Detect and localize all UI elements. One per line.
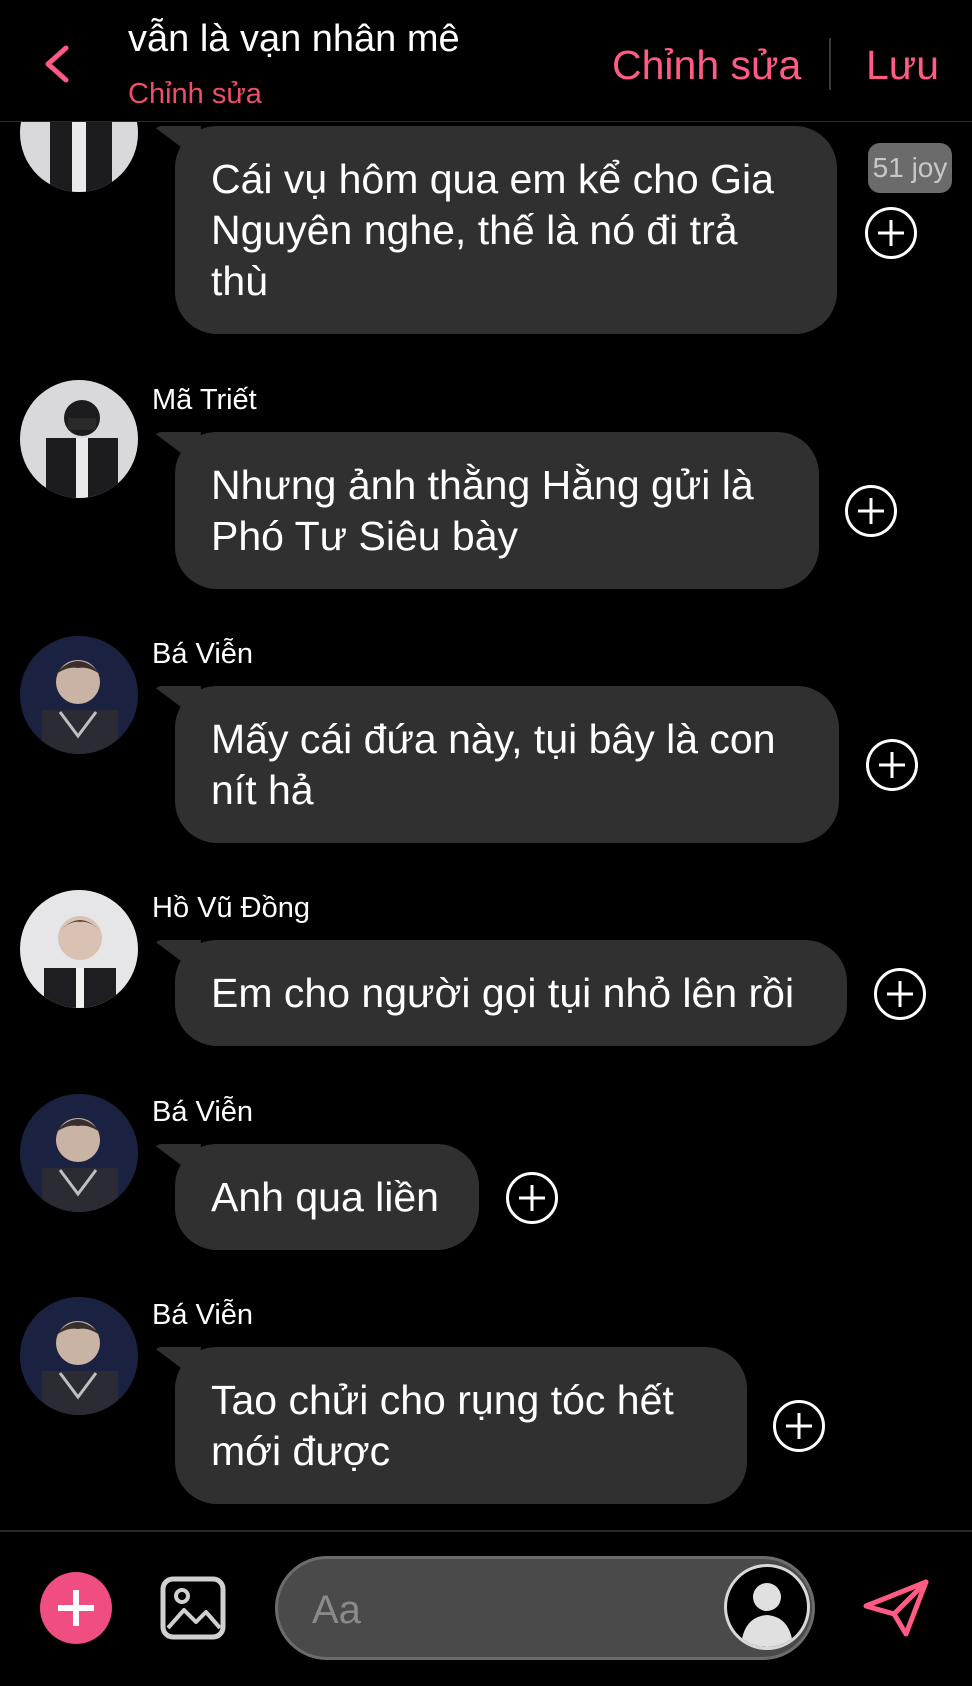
chevron-left-icon[interactable] — [38, 42, 78, 86]
message-bubble[interactable]: Mấy cái đứa này, tụi bây là con nít hả — [175, 686, 839, 843]
message-bubble[interactable]: Nhưng ảnh thằng Hằng gửi là Phó Tư Siêu … — [175, 432, 819, 589]
message-text-line: Anh qua liền — [211, 1174, 439, 1220]
plus-circle-icon[interactable] — [506, 1172, 558, 1224]
message-text-line: Nguyên nghe, thế là nó đi trả — [211, 207, 738, 253]
sender-name: Bá Viễn — [152, 638, 254, 670]
image-icon[interactable] — [160, 1576, 226, 1640]
plus-circle-icon[interactable] — [874, 968, 926, 1020]
sender-name: Bá Viễn — [152, 1299, 254, 1331]
chat-header: vẫn là vạn nhân mê Chỉnh sửa Chỉnh sửa L… — [0, 0, 972, 122]
edit-button[interactable]: Chỉnh sửa — [612, 42, 801, 89]
avatar-icon[interactable] — [724, 1564, 810, 1650]
avatar[interactable] — [20, 1297, 138, 1415]
plus-circle-icon[interactable] — [845, 485, 897, 537]
message-bubble[interactable]: Anh qua liền — [175, 1144, 479, 1250]
send-icon[interactable] — [860, 1576, 932, 1640]
reaction-badge[interactable]: 51 joy — [868, 143, 952, 193]
message-text-line: nít hả — [211, 767, 314, 813]
avatar[interactable] — [20, 636, 138, 754]
message-text-line: Tao chửi cho rụng tóc hết — [211, 1377, 674, 1423]
sender-name: Hồ Vũ Đồng — [152, 892, 310, 924]
message-text-line: thù — [211, 258, 268, 304]
avatar[interactable] — [20, 1094, 138, 1212]
sender-name: Mã Triết — [152, 384, 257, 416]
message-text-line: mới được — [211, 1428, 391, 1474]
message-text-line: Phó Tư Siêu bày — [211, 513, 519, 559]
header-divider — [829, 38, 831, 90]
composer-divider — [0, 1530, 972, 1532]
message-bubble[interactable]: Cái vụ hôm qua em kể cho Gia Nguyên nghe… — [175, 126, 837, 334]
message-text-line: Cái vụ hôm qua em kể cho Gia — [211, 156, 774, 202]
plus-circle-icon[interactable] — [773, 1400, 825, 1452]
chat-title: vẫn là vạn nhân mê — [128, 18, 460, 60]
message-bubble[interactable]: Em cho người gọi tụi nhỏ lên rồi — [175, 940, 847, 1046]
chat-subtitle[interactable]: Chỉnh sửa — [128, 78, 262, 111]
message-text-line: Nhưng ảnh thằng Hằng gửi là — [211, 462, 754, 508]
plus-icon[interactable] — [40, 1572, 112, 1644]
message-text-line: Mấy cái đứa này, tụi bây là con — [211, 716, 776, 762]
plus-circle-icon[interactable] — [866, 739, 918, 791]
message-bubble[interactable]: Tao chửi cho rụng tóc hết mới được — [175, 1347, 747, 1504]
avatar[interactable] — [20, 890, 138, 1008]
avatar[interactable] — [20, 380, 138, 498]
plus-circle-icon[interactable] — [865, 207, 917, 259]
sender-name: Bá Viễn — [152, 1096, 254, 1128]
save-button[interactable]: Lưu — [866, 42, 939, 89]
message-input-placeholder: Aa — [312, 1588, 361, 1632]
message-text-line: Em cho người gọi tụi nhỏ lên rồi — [211, 970, 795, 1016]
